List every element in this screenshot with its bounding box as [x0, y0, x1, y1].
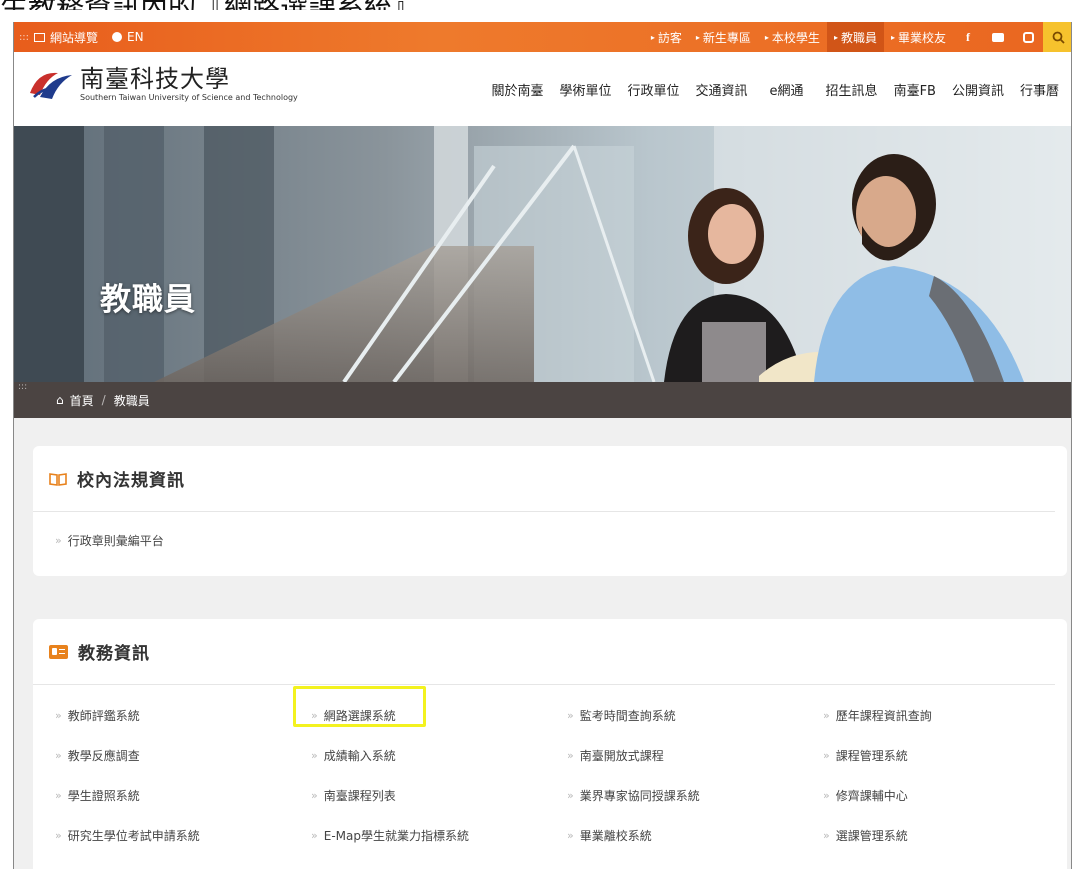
- id-card-icon: [49, 644, 68, 659]
- link-graduation-leaving[interactable]: » 畢業離校系統: [567, 815, 823, 855]
- logo-english-name: Southern Taiwan University of Science an…: [80, 93, 298, 102]
- link-emap-employability[interactable]: » E-Map學生就業力指標系統: [311, 815, 567, 855]
- chevron-right-icon: »: [311, 788, 318, 802]
- globe-icon: [112, 32, 123, 42]
- chevron-right-icon: »: [55, 748, 62, 762]
- nav-enet[interactable]: e網通: [756, 80, 818, 99]
- link-tutoring-center[interactable]: » 修齊課輔中心: [823, 775, 1023, 815]
- banner-photo: [14, 126, 1071, 382]
- link-student-certificates[interactable]: » 學生證照系統: [55, 775, 311, 815]
- facebook-icon[interactable]: f: [953, 22, 983, 52]
- chevron-right-icon: »: [55, 708, 62, 722]
- link-course-selection-management[interactable]: » 選課管理系統: [823, 815, 1023, 855]
- caret-right-icon: ▸: [833, 32, 838, 42]
- link-teaching-feedback[interactable]: » 教學反應調查: [55, 735, 311, 775]
- quick-link-staff[interactable]: ▸ 教職員: [826, 22, 884, 52]
- chevron-right-icon: »: [567, 788, 574, 802]
- caret-right-icon: ▸: [764, 32, 769, 42]
- quick-link-visitor[interactable]: ▸ 訪客: [644, 22, 689, 52]
- academic-affairs-card-title: 教務資訊: [78, 644, 150, 664]
- nav-traffic[interactable]: 交通資訊: [688, 80, 756, 99]
- logo-chinese-name: 南臺科技大學: [80, 65, 230, 93]
- chevron-right-icon: »: [55, 788, 62, 802]
- chevron-right-icon: »: [823, 788, 830, 802]
- chevron-right-icon: »: [311, 828, 318, 842]
- logo-mark-icon: [30, 72, 72, 99]
- link-exam-proctor-query[interactable]: » 監考時間查詢系統: [567, 695, 823, 735]
- chevron-right-icon: »: [823, 828, 830, 842]
- drag-dots-icon: :::: [18, 31, 30, 43]
- chevron-right-icon: »: [567, 708, 574, 722]
- book-icon: [49, 472, 67, 486]
- breadcrumb-current: 教職員: [113, 393, 150, 408]
- nav-administration[interactable]: 行政單位: [620, 80, 688, 99]
- academic-links-grid: » 教師評鑑系統 » 網路選課系統 » 監考時間查詢系統 » 歷年課程資訊查詢 » 教學反…: [33, 685, 1067, 855]
- chevron-right-icon: »: [55, 828, 62, 842]
- academic-affairs-card: 教務資訊 » 教師評鑑系統 » 網路選課系統 » 監考時間查詢系統 » 歷年課程資訊查詢…: [33, 619, 1067, 869]
- breadcrumb-home[interactable]: 首頁: [70, 392, 94, 409]
- link-admin-regulations[interactable]: » 行政章則彙編平台: [55, 532, 1067, 549]
- regulations-card: 校內法規資訊 » 行政章則彙編平台: [33, 446, 1067, 576]
- breadcrumb: ::: ⌂ 首頁 / 教職員: [14, 382, 1071, 418]
- language-link[interactable]: EN: [112, 30, 144, 44]
- browser-frame: ::: 網站導覽 EN ▸ 訪客 ▸ 新生專區 ▸ 本校學生 ▸ 教職員 ▸ 畢業校友 f: [13, 22, 1072, 869]
- chevron-right-icon: »: [567, 748, 574, 762]
- link-industry-coteaching[interactable]: » 業界專家協同授課系統: [567, 775, 823, 815]
- youtube-icon[interactable]: [983, 22, 1013, 52]
- quick-link-freshmen[interactable]: ▸ 新生專區: [689, 22, 758, 52]
- banner-title: 教職員: [100, 282, 196, 318]
- breadcrumb-separator: /: [101, 393, 106, 407]
- drag-dots-icon: :::: [18, 382, 28, 392]
- regulations-card-header: 校內法規資訊: [33, 446, 1055, 512]
- link-teacher-evaluation[interactable]: » 教師評鑑系統: [55, 695, 311, 735]
- sitemap-icon: [34, 32, 45, 42]
- chevron-right-icon: »: [823, 708, 830, 722]
- nav-facebook[interactable]: 南臺FB: [886, 80, 944, 99]
- link-course-list[interactable]: » 南臺課程列表: [311, 775, 567, 815]
- hero-banner: 教職員: [14, 126, 1071, 382]
- link-grade-entry[interactable]: » 成績輸入系統: [311, 735, 567, 775]
- search-icon[interactable]: [1043, 22, 1071, 52]
- site-header: 南臺科技大學 Southern Taiwan University of Sci…: [14, 52, 1071, 126]
- quick-link-students[interactable]: ▸ 本校學生: [758, 22, 827, 52]
- nav-about[interactable]: 關於南臺: [483, 80, 551, 99]
- caret-right-icon: ▸: [695, 32, 700, 42]
- link-open-courseware[interactable]: » 南臺開放式課程: [567, 735, 823, 775]
- nav-academics[interactable]: 學術單位: [552, 80, 620, 99]
- link-course-history-query[interactable]: » 歷年課程資訊查詢: [823, 695, 1023, 735]
- caret-right-icon: ▸: [890, 32, 895, 42]
- chevron-right-icon: »: [567, 828, 574, 842]
- academic-affairs-card-header: 教務資訊: [33, 619, 1055, 685]
- chevron-right-icon: »: [311, 748, 318, 762]
- nav-calendar[interactable]: 行事曆: [1012, 80, 1067, 99]
- link-course-management[interactable]: » 課程管理系統: [823, 735, 1023, 775]
- link-graduate-exam-application[interactable]: » 研究生學位考試申請系統: [55, 815, 311, 855]
- highlight-box: [293, 686, 426, 727]
- chevron-right-icon: »: [55, 534, 62, 547]
- quick-link-alumni[interactable]: ▸ 畢業校友: [884, 22, 953, 52]
- site-logo[interactable]: 南臺科技大學 Southern Taiwan University of Sci…: [28, 66, 298, 102]
- nav-public-info[interactable]: 公開資訊: [944, 80, 1012, 99]
- main-nav: 關於南臺 學術單位 行政單位 交通資訊 e網通 招生訊息 南臺FB 公開資訊 行…: [483, 80, 1067, 99]
- top-bar: ::: 網站導覽 EN ▸ 訪客 ▸ 新生專區 ▸ 本校學生 ▸ 教職員 ▸ 畢業校友 f: [14, 22, 1071, 52]
- caption-text: 生教務資訊內的『網路選課系統』: [0, 0, 1083, 10]
- nav-admissions[interactable]: 招生訊息: [818, 80, 886, 99]
- instagram-icon[interactable]: [1013, 22, 1043, 52]
- regulations-card-title: 校內法規資訊: [77, 471, 185, 491]
- sitemap-link[interactable]: 網站導覽: [34, 29, 98, 46]
- home-icon: ⌂: [56, 393, 64, 407]
- caret-right-icon: ▸: [650, 32, 655, 42]
- chevron-right-icon: »: [823, 748, 830, 762]
